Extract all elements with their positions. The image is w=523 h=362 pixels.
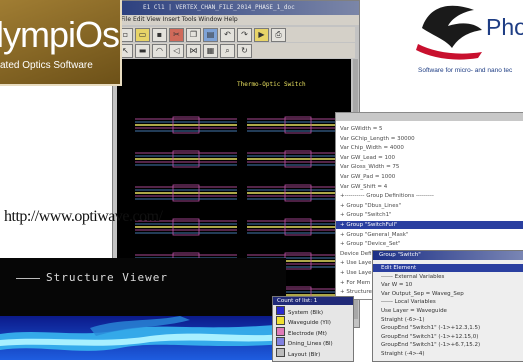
layer-item[interactable]: Dning_Lines (Bl) [276, 337, 333, 347]
tree-item[interactable]: Var GChip_Length = 30000 [340, 135, 415, 143]
dialog-line[interactable]: GroupEnd "Switch1" (-1>+12.15,0) [381, 333, 478, 341]
tree-item[interactable]: Var GW_Shift = 4 [340, 183, 387, 191]
redo-icon[interactable]: ↷ [237, 28, 252, 42]
tree-item[interactable]: + For Mem [340, 279, 370, 287]
bend-tool-icon[interactable]: ◠ [152, 44, 167, 58]
tree-item[interactable]: Var Gloss_Width = 75 [340, 163, 399, 171]
tree-item[interactable]: Var GW_Pad = 1000 [340, 173, 395, 181]
olympios-logo: lympiOs ated Optics Software [0, 0, 122, 86]
save-icon[interactable]: ▪ [152, 28, 167, 42]
tree-item[interactable]: +---------- Group Definitions --------- [340, 192, 434, 200]
coupler-tool-icon[interactable]: ⋈ [186, 44, 201, 58]
dialog-line[interactable]: Var W = 10 [381, 281, 412, 289]
copy-icon[interactable]: ❐ [186, 28, 201, 42]
layer-label: Waveguide (Yll) [288, 320, 331, 327]
tree-item[interactable]: + Group "General_Mask" [340, 231, 409, 239]
undo-icon[interactable]: ↶ [220, 28, 235, 42]
paste-icon[interactable]: ▤ [203, 28, 218, 42]
layer-label: Dning_Lines (Bl) [288, 341, 333, 348]
dialog-line[interactable]: ------ External Variables [381, 273, 444, 281]
phoenix-logo: Phoe Software for micro- and nano tec [382, 0, 523, 88]
tree-item[interactable]: Var Chip_Width = 4000 [340, 144, 404, 152]
tree-item[interactable]: + Group "Device_Set" [340, 240, 401, 248]
layer-item[interactable]: Waveguide (Yll) [276, 316, 331, 326]
tree-titlebar [336, 113, 523, 121]
tree-item[interactable]: + Group "Switch1" [340, 211, 392, 219]
dialog-line[interactable]: Var Output_Sep = Waveg_Sep [381, 290, 464, 298]
url-watermark: http://www.optiwave.com/ [4, 208, 163, 225]
layer-label: System (Blk) [288, 310, 324, 316]
dialog-line[interactable]: Edit Element [373, 264, 523, 272]
layer-color-swatch [276, 326, 285, 336]
layer-color-swatch [276, 337, 285, 347]
tree-item[interactable]: + Group "Dbus_Lines" [340, 202, 401, 210]
dialog-line[interactable]: ------ Local Variables [381, 298, 436, 306]
layer-color-swatch [276, 316, 285, 326]
dialog-line[interactable]: GroupEnd "Switch1" (-1>+6.7,15.2) [381, 341, 480, 349]
layer-label: Electrode (Mt) [288, 330, 327, 337]
dialog-line[interactable]: Straight (-4>-4) [381, 350, 425, 358]
layer-list-header: Count of list: 1 [273, 297, 353, 305]
layer-item[interactable]: System (Blk) [276, 306, 323, 316]
cut-icon[interactable]: ✂ [169, 28, 184, 42]
olympios-tagline: ated Optics Software [0, 60, 93, 71]
tree-item[interactable]: + Use Layer [340, 259, 374, 267]
dialog-line[interactable]: GroupEnd "Switch1" (-1>+12.3,1.5) [381, 324, 480, 332]
structure-viewer-panel: Structure Viewer [0, 258, 286, 360]
field-plot [0, 316, 286, 360]
open-folder-icon[interactable]: ▭ [135, 28, 150, 42]
straight-tool-icon[interactable]: ▬ [135, 44, 150, 58]
taper-tool-icon[interactable]: ◁ [169, 44, 184, 58]
layer-color-swatch [276, 347, 285, 357]
layer-list-panel: Count of list: 1 System (Blk) Waveguide (… [272, 296, 354, 362]
tree-item[interactable]: Var GW_Lead = 100 [340, 154, 395, 162]
toolbar-drawing: ↖ ▬ ◠ ◁ ⋈ ▦ ⌕ ↻ [117, 43, 355, 58]
layer-item[interactable]: Layout (Blr) [276, 347, 321, 358]
tree-item[interactable]: + Structure [340, 288, 372, 296]
menu-bar[interactable]: File Edit View Insert Tools Window Help [113, 15, 359, 25]
dialog-titlebar: Group "Switch" [373, 251, 523, 260]
dialog-line[interactable]: Use Layer = Waveguide [381, 307, 447, 315]
toolbar-top: ▫ ▭ ▪ ✂ ❐ ▤ ↶ ↷ ▶ ⎙ [117, 27, 355, 42]
layer-color-swatch [276, 306, 285, 315]
grid-tool-icon[interactable]: ▦ [203, 44, 218, 58]
window-titlebar: E1 Cl1 | VERTEX_CHAN_FILE_2014_PHASE_1_d… [113, 1, 359, 15]
phoenix-tagline: Software for micro- and nano tec [418, 67, 513, 74]
layer-label: Layout (Blr) [288, 351, 321, 358]
olympios-logo-text: lympiOs [0, 14, 120, 55]
tree-item[interactable]: + Group "SwitchFull" [336, 221, 523, 229]
tree-item[interactable]: + Use Layer [340, 269, 374, 277]
run-icon[interactable]: ▶ [254, 28, 269, 42]
phoenix-logo-text: Phoe [486, 14, 523, 40]
print-icon[interactable]: ⎙ [271, 28, 286, 42]
group-edit-dialog: Group "Switch" Edit Element ------ Exter… [372, 250, 523, 362]
zoom-tool-icon[interactable]: ⌕ [220, 44, 235, 58]
layer-item[interactable]: Electrode (Mt) [276, 326, 327, 337]
rotate-tool-icon[interactable]: ↻ [237, 44, 252, 58]
tree-item[interactable]: Var GWidth = 5 [340, 125, 383, 133]
dialog-line[interactable]: Straight (-6>-1) [381, 316, 425, 324]
